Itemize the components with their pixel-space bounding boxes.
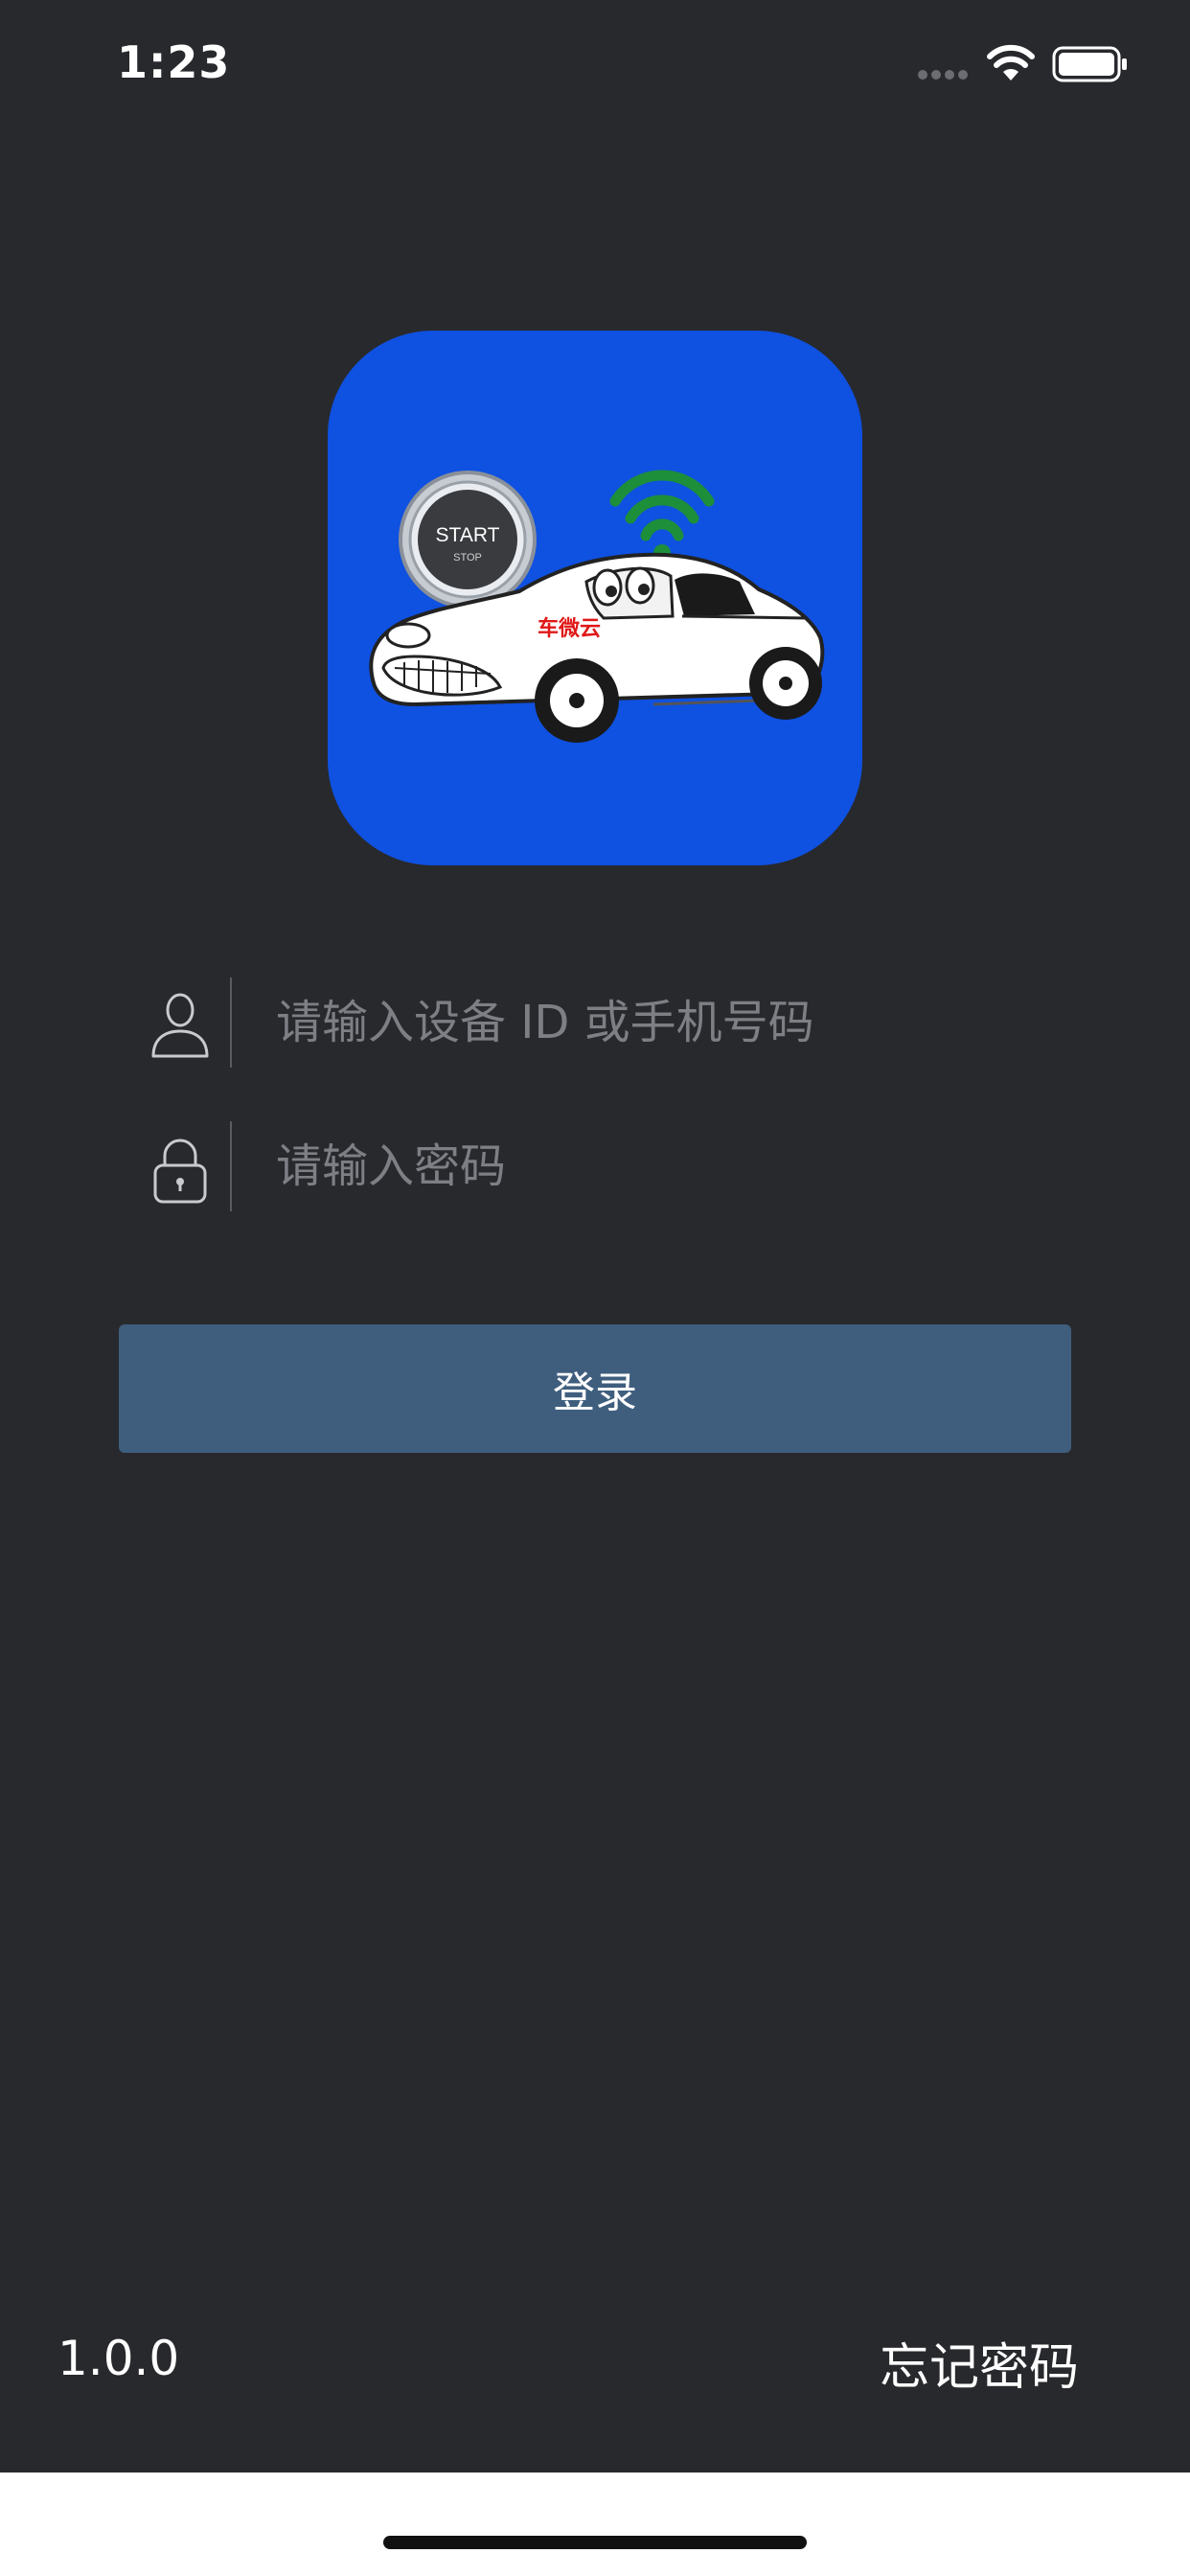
battery-icon: [1052, 46, 1127, 82]
login-screen: 1:23 START STOP 车微云 请输入设备 ID 或手机号码 登录 1.…: [0, 0, 1190, 2472]
login-button[interactable]: 登录: [119, 1324, 1071, 1453]
start-button-text: START: [436, 524, 500, 546]
password-input[interactable]: [276, 1121, 1023, 1211]
brand-text: 车微云: [538, 616, 601, 641]
car-logo-illustration: START STOP 车微云: [369, 470, 825, 743]
password-field-row: [144, 1121, 1044, 1211]
lock-icon: [153, 1138, 207, 1204]
account-field-row: [144, 978, 1044, 1068]
cellular-signal-icon: [918, 70, 968, 80]
user-icon: [151, 993, 209, 1058]
wifi-icon: [987, 44, 1035, 80]
home-indicator[interactable]: [383, 2536, 807, 2549]
forgot-password-link[interactable]: 忘记密码: [880, 2327, 1079, 2399]
version-label: 1.0.0: [57, 2331, 180, 2386]
account-input[interactable]: [276, 978, 1023, 1068]
status-time: 1:23: [117, 36, 231, 88]
account-field-divider: [230, 978, 232, 1068]
password-field-divider: [230, 1121, 232, 1211]
app-logo: START STOP 车微云: [328, 331, 862, 865]
status-bar: 1:23: [0, 0, 1190, 126]
stop-button-text: STOP: [453, 552, 482, 564]
